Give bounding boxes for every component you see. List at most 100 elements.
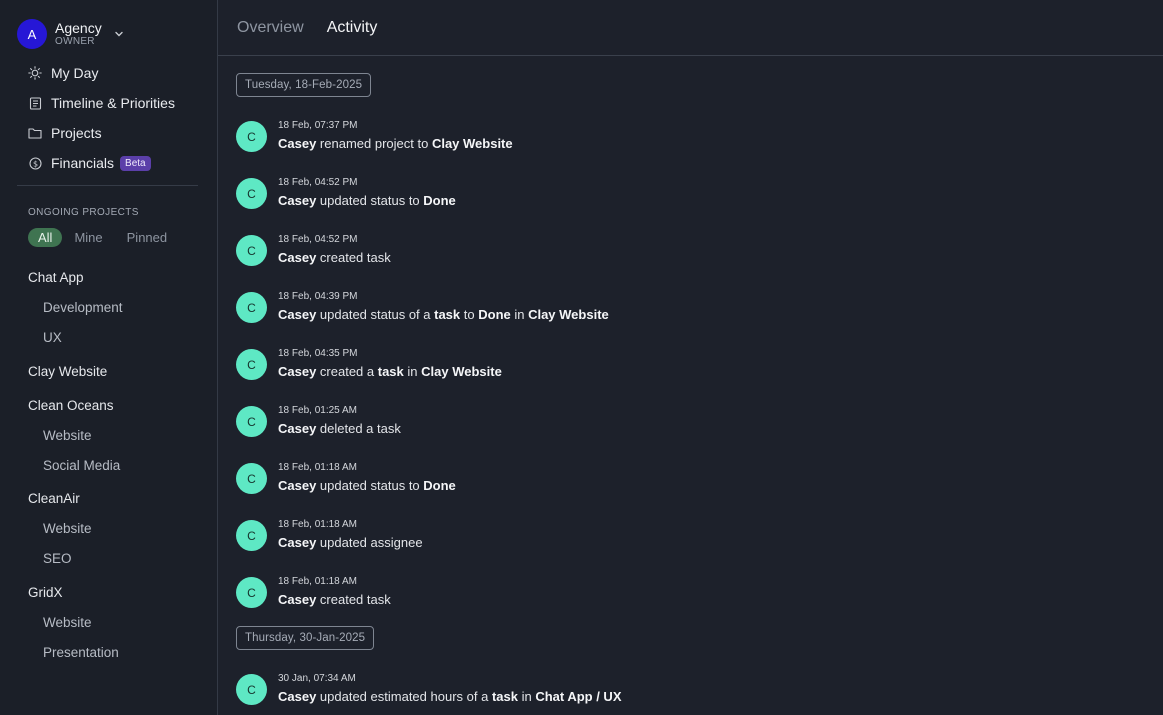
message-text: created task xyxy=(316,250,391,265)
timestamp: 18 Feb, 04:52 PM xyxy=(278,177,358,188)
timestamp: 18 Feb, 04:35 PM xyxy=(278,348,358,359)
activity-message: Casey updated assignee xyxy=(278,534,423,551)
message-highlight: task xyxy=(434,307,461,322)
message-highlight: Casey xyxy=(278,689,317,704)
message-highlight: Done xyxy=(423,478,456,493)
message-highlight: Casey xyxy=(278,136,317,151)
beta-badge: Beta xyxy=(120,155,151,171)
message-text: to xyxy=(460,307,479,322)
message-text: in xyxy=(403,364,422,379)
activity-message: Casey updated status to Done xyxy=(278,477,456,494)
filter-mine[interactable]: Mine xyxy=(64,228,112,247)
subproject-ux[interactable]: UX xyxy=(43,330,62,345)
activity-message: Casey updated estimated hours of a task … xyxy=(278,688,622,705)
message-text: created a xyxy=(316,364,378,379)
nav-item-my-day[interactable]: My Day xyxy=(17,58,207,88)
activity-message: Casey created a task in Clay Website xyxy=(278,363,502,380)
subproject-website[interactable]: Website xyxy=(43,521,92,536)
chevron-down-icon[interactable] xyxy=(114,26,124,44)
avatar: C xyxy=(236,349,267,380)
message-highlight: Clay Website xyxy=(528,307,609,322)
tab-overview[interactable]: Overview xyxy=(237,19,304,37)
project-clay-website[interactable]: Clay Website xyxy=(28,364,107,379)
tab-activity[interactable]: Activity xyxy=(327,19,378,37)
message-highlight: task xyxy=(491,689,518,704)
message-highlight: Casey xyxy=(278,478,317,493)
timestamp: 18 Feb, 04:52 PM xyxy=(278,234,358,245)
project-chat-app[interactable]: Chat App xyxy=(28,270,84,285)
message-text: updated assignee xyxy=(316,535,423,550)
timestamp: 18 Feb, 01:18 AM xyxy=(278,576,357,587)
sun-icon xyxy=(27,65,43,81)
avatar: C xyxy=(236,178,267,209)
message-highlight: Casey xyxy=(278,364,317,379)
filter-pinned[interactable]: Pinned xyxy=(117,228,177,247)
project-clean-oceans[interactable]: Clean Oceans xyxy=(28,398,114,413)
message-text: in xyxy=(517,689,536,704)
main-nav: My Day Timeline & Priorities Projects $ … xyxy=(17,58,207,178)
message-highlight: Casey xyxy=(278,193,317,208)
main-content: Overview Activity Tuesday, 18-Feb-2025 C… xyxy=(218,0,1163,715)
timeline-icon xyxy=(27,95,43,111)
sidebar-divider xyxy=(17,185,198,186)
activity-message: Casey created task xyxy=(278,591,391,608)
avatar: C xyxy=(236,121,267,152)
message-text: updated status to xyxy=(316,478,424,493)
message-highlight: Done xyxy=(478,307,511,322)
activity-entry: C 30 Jan, 07:34 AM Casey updated estimate… xyxy=(236,672,1136,715)
message-highlight: Casey xyxy=(278,535,317,550)
nav-label: Financials xyxy=(51,155,115,171)
workspace-avatar: A xyxy=(17,19,47,49)
activity-entry: C 18 Feb, 04:52 PM Casey created task xyxy=(236,233,1136,290)
avatar: C xyxy=(236,235,267,266)
nav-item-financials[interactable]: $ Financials Beta xyxy=(17,148,207,178)
avatar: C xyxy=(236,406,267,437)
nav-item-timeline[interactable]: Timeline & Priorities xyxy=(17,88,207,118)
subproject-website[interactable]: Website xyxy=(43,615,92,630)
avatar: C xyxy=(236,577,267,608)
activity-entry: C 18 Feb, 04:35 PM Casey created a task i… xyxy=(236,347,1136,404)
subproject-seo[interactable]: SEO xyxy=(43,551,72,566)
date-separator: Thursday, 30-Jan-2025 xyxy=(236,626,375,650)
subproject-website[interactable]: Website xyxy=(43,428,92,443)
message-text: updated estimated hours of a xyxy=(316,689,492,704)
date-separator: Tuesday, 18-Feb-2025 xyxy=(236,73,372,97)
tab-bar: Overview Activity xyxy=(218,0,1163,56)
subproject-development[interactable]: Development xyxy=(43,300,123,315)
message-highlight: Clay Website xyxy=(431,136,513,151)
workspace-role: OWNER xyxy=(55,36,95,47)
activity-entry: C 18 Feb, 01:25 AM Casey deleted a task xyxy=(236,404,1136,461)
activity-message: Casey deleted a task xyxy=(278,420,401,437)
nav-item-projects[interactable]: Projects xyxy=(17,118,207,148)
activity-entry: C 18 Feb, 04:39 PM Casey updated status o… xyxy=(236,290,1136,347)
filter-all[interactable]: All xyxy=(28,228,63,247)
message-text: updated status to xyxy=(316,193,424,208)
timestamp: 18 Feb, 07:37 PM xyxy=(278,120,358,131)
folder-icon xyxy=(27,125,43,141)
message-highlight: Casey xyxy=(278,592,317,607)
subproject-presentation[interactable]: Presentation xyxy=(43,645,119,660)
avatar: C xyxy=(236,520,267,551)
ongoing-projects-heading: ONGOING PROJECTS xyxy=(28,207,139,218)
project-gridx[interactable]: GridX xyxy=(28,585,63,600)
message-highlight: Clay Website xyxy=(421,364,502,379)
activity-entry: C 18 Feb, 07:37 PM Casey renamed project … xyxy=(236,119,1136,176)
message-highlight: task xyxy=(377,364,404,379)
nav-label: Projects xyxy=(51,125,102,141)
project-filter: All Mine Pinned xyxy=(28,228,177,247)
timestamp: 18 Feb, 04:39 PM xyxy=(278,291,358,302)
project-cleanair[interactable]: CleanAir xyxy=(28,491,80,506)
message-text: updated status of a xyxy=(316,307,435,322)
timestamp: 18 Feb, 01:25 AM xyxy=(278,405,357,416)
timestamp: 18 Feb, 01:18 AM xyxy=(278,462,357,473)
nav-label: Timeline & Priorities xyxy=(51,95,175,111)
activity-entry: C 18 Feb, 01:18 AM Casey created task xyxy=(236,575,1136,626)
subproject-social-media[interactable]: Social Media xyxy=(43,458,120,473)
dollar-icon: $ xyxy=(27,155,43,171)
timestamp: 30 Jan, 07:34 AM xyxy=(278,673,356,684)
message-text: created task xyxy=(316,592,391,607)
workspace-switcher[interactable]: A Agency OWNER xyxy=(17,19,124,49)
activity-entry: C 18 Feb, 01:18 AM Casey updated assignee xyxy=(236,518,1136,575)
sidebar: A Agency OWNER My Day Timeline & Priorit… xyxy=(0,0,218,715)
workspace-name: Agency xyxy=(55,20,102,36)
